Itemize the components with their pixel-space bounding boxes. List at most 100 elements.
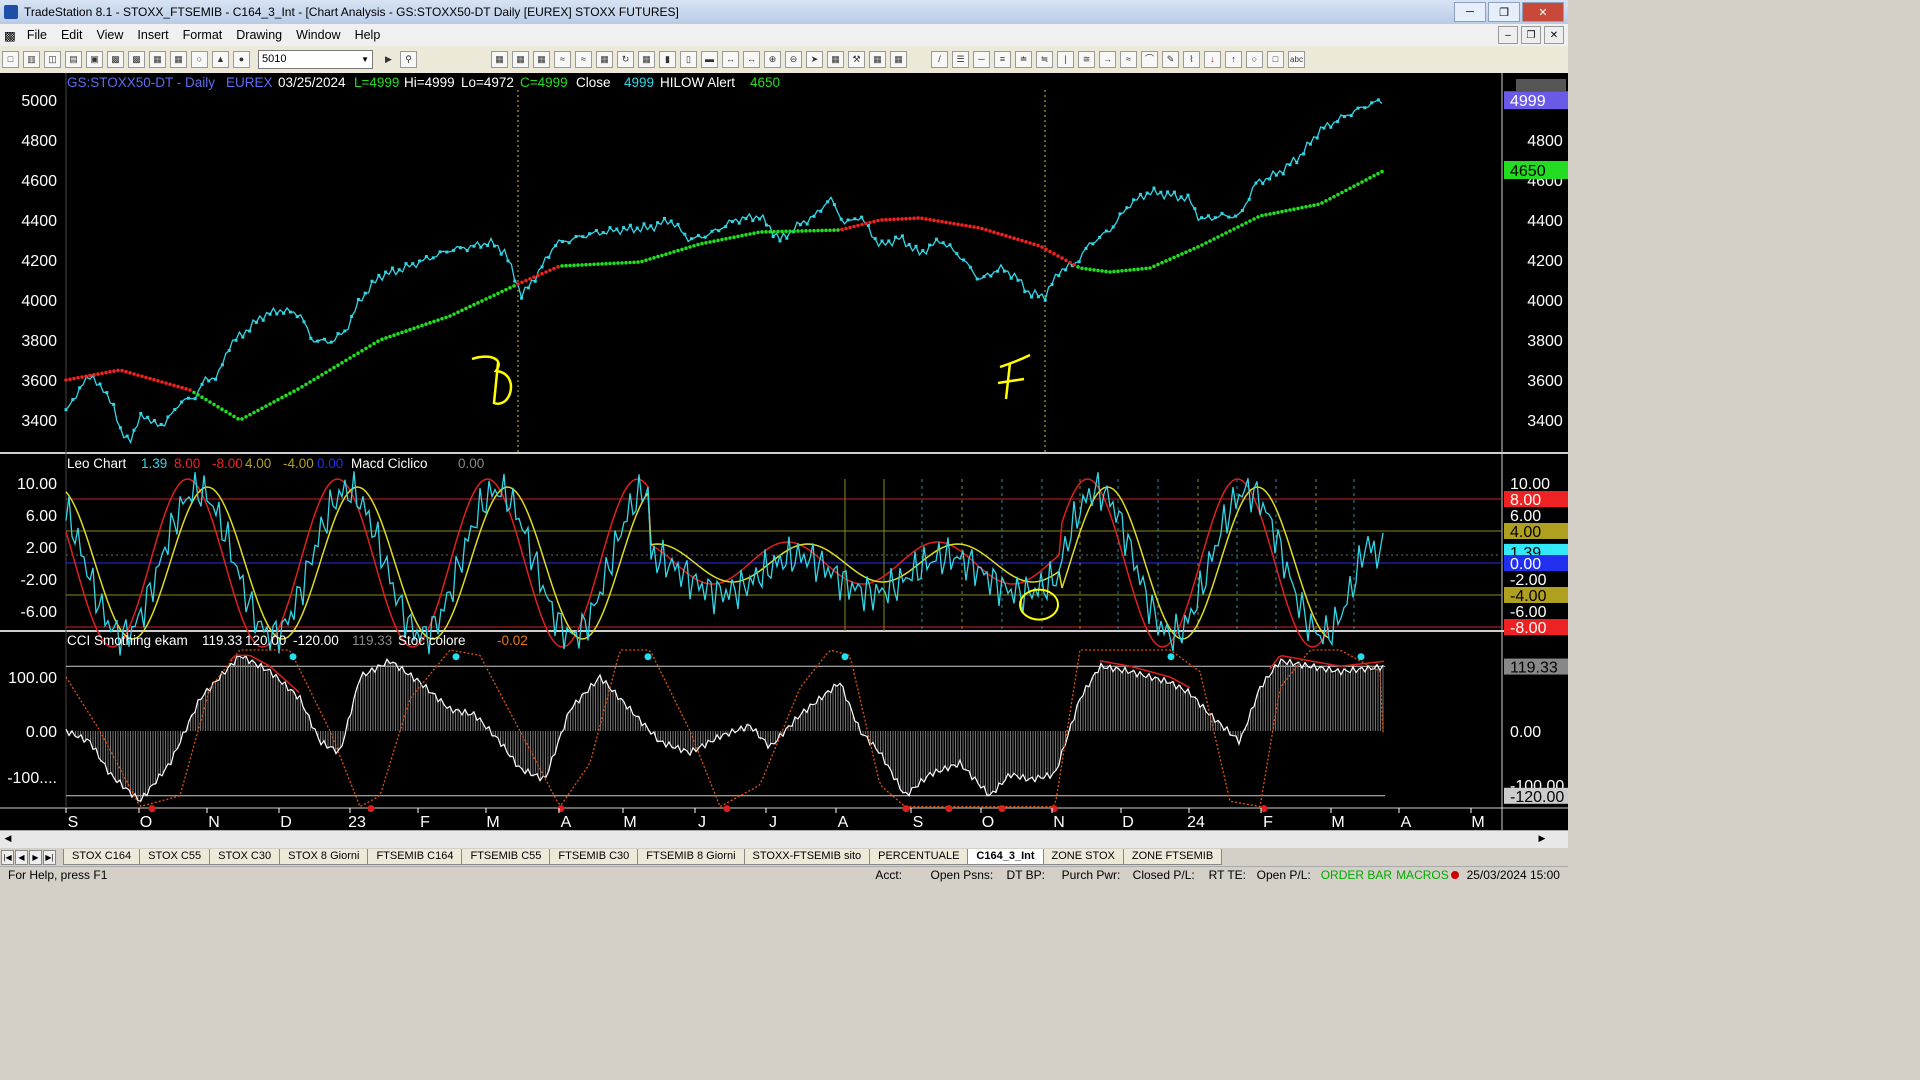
tab-5[interactable]: FTSEMIB C55	[461, 849, 551, 865]
chart-svg[interactable]: GS:STOXX50-DT - Daily EUREX 03/25/2024 L=49…	[0, 73, 1568, 831]
trendline-icon[interactable]: /	[931, 51, 948, 68]
close-button[interactable]: ✕	[1522, 2, 1564, 22]
line-chart-icon[interactable]: ▬	[701, 51, 718, 68]
horizontal-scrollbar[interactable]: ◀ ▶	[0, 830, 1568, 849]
lock-icon[interactable]: ○	[191, 51, 208, 68]
arrow-up-icon[interactable]: ↑	[1225, 51, 1242, 68]
tab-4[interactable]: FTSEMIB C164	[367, 849, 463, 865]
scroll-right-icon[interactable]: ▶	[1536, 833, 1548, 846]
curve-icon[interactable]: ⌇	[1183, 51, 1200, 68]
format-icon[interactable]: ▦	[596, 51, 613, 68]
menu-view[interactable]: View	[90, 28, 131, 42]
mdi-restore-button[interactable]: ❐	[1521, 26, 1541, 44]
tab-0[interactable]: STOX C164	[63, 849, 141, 865]
tracking-icon[interactable]: ▦	[827, 51, 844, 68]
pen-icon[interactable]: ✎	[1162, 51, 1179, 68]
status-order-bar[interactable]: ORDER BAR	[1319, 868, 1394, 882]
rectangle-icon[interactable]: □	[1267, 51, 1284, 68]
window-icon[interactable]: ▦	[149, 51, 166, 68]
channel-icon[interactable]: ≈	[1120, 51, 1137, 68]
tab-7[interactable]: FTSEMIB 8 Giorni	[637, 849, 745, 865]
mdi-close-button[interactable]: ✕	[1544, 26, 1564, 44]
chart-style-icon[interactable]: ▦	[491, 51, 508, 68]
tab-3[interactable]: STOX 8 Giorni	[279, 849, 369, 865]
ellipse-icon[interactable]: ○	[1246, 51, 1263, 68]
data-window-icon[interactable]: ▦	[638, 51, 655, 68]
extension-icon[interactable]: →	[1099, 51, 1116, 68]
grid-icon[interactable]: ▦	[170, 51, 187, 68]
insert-study-icon[interactable]: ≈	[554, 51, 571, 68]
refresh-icon[interactable]: ↻	[617, 51, 634, 68]
paste-icon[interactable]: ▤	[65, 51, 82, 68]
ma-point	[660, 253, 664, 258]
tab-12[interactable]: ZONE FTSEMIB	[1122, 849, 1223, 865]
tab-6[interactable]: FTSEMIB C30	[549, 849, 639, 865]
andrews-pitchfork-icon[interactable]: ☰	[952, 51, 969, 68]
link-icon[interactable]: ▲	[212, 51, 229, 68]
find-icon[interactable]: ⚲	[400, 51, 417, 68]
mdi-minimize-button[interactable]: –	[1498, 26, 1518, 44]
ma-point	[1208, 239, 1212, 243]
price-bar	[567, 241, 571, 245]
minimize-button[interactable]: ─	[1454, 2, 1486, 22]
tab-1[interactable]: STOX C55	[139, 849, 211, 865]
tab-last-icon[interactable]: ▶|	[43, 849, 56, 865]
arrow-down-icon[interactable]: ↓	[1204, 51, 1221, 68]
compress-icon[interactable]: ↔	[743, 51, 760, 68]
open-icon[interactable]: ▥	[23, 51, 40, 68]
regression-icon[interactable]: ≅	[1078, 51, 1095, 68]
zoom-in-icon[interactable]: ⊕	[764, 51, 781, 68]
menu-format[interactable]: Format	[176, 28, 230, 42]
chart-style-icon-3[interactable]: ▦	[533, 51, 550, 68]
tab-2[interactable]: STOX C30	[209, 849, 281, 865]
scale-handle[interactable]	[1516, 79, 1566, 91]
copy-icon[interactable]: ◫	[44, 51, 61, 68]
menu-help[interactable]: Help	[348, 28, 388, 42]
ma-point	[636, 260, 640, 264]
zoom-out-icon[interactable]: ⊖	[785, 51, 802, 68]
menu-window[interactable]: Window	[289, 28, 347, 42]
dropdown-arrow-icon[interactable]: ▼	[361, 51, 369, 68]
expand-icon[interactable]: ↔	[722, 51, 739, 68]
go-arrow-icon[interactable]: ▶	[381, 52, 396, 67]
tools-icon[interactable]: ⚒	[848, 51, 865, 68]
template-icon[interactable]: ▦	[869, 51, 886, 68]
symbol-input[interactable]: 5010 ▼	[258, 50, 373, 69]
horizontal-line-icon[interactable]: ─	[973, 51, 990, 68]
maximize-button[interactable]: ❐	[1488, 2, 1520, 22]
pointer-icon[interactable]: ➤	[806, 51, 823, 68]
menu-drawing[interactable]: Drawing	[229, 28, 289, 42]
tab-11[interactable]: ZONE STOX	[1042, 849, 1124, 865]
tab-first-icon[interactable]: |◀	[1, 849, 14, 865]
tab-9[interactable]: PERCENTUALE	[869, 849, 969, 865]
tab-next-icon[interactable]: ▶	[29, 849, 42, 865]
menu-file[interactable]: File	[20, 28, 54, 42]
chart-area[interactable]: GS:STOXX50-DT - Daily EUREX 03/25/2024 L=49…	[0, 73, 1568, 831]
ma-point	[136, 373, 140, 377]
snapshot-icon[interactable]: ▦	[890, 51, 907, 68]
print-icon[interactable]: ▩	[107, 51, 124, 68]
chart-style-icon-2[interactable]: ▦	[512, 51, 529, 68]
fibonacci-icon[interactable]: ≡	[994, 51, 1011, 68]
text-icon[interactable]: abc	[1288, 51, 1305, 68]
tab-8[interactable]: STOXX-FTSEMIB sito	[743, 849, 871, 865]
new-icon[interactable]: □	[2, 51, 19, 68]
arc-icon[interactable]: ⌒	[1141, 51, 1158, 68]
globe-icon[interactable]: ●	[233, 51, 250, 68]
vertical-lines-icon[interactable]: |	[1057, 51, 1074, 68]
bar-chart-icon[interactable]: ▮	[659, 51, 676, 68]
candle-chart-icon[interactable]: ▯	[680, 51, 697, 68]
tab-10[interactable]: C164_3_Int	[967, 849, 1044, 865]
menu-insert[interactable]: Insert	[130, 28, 175, 42]
cci-high-marker	[1357, 653, 1365, 661]
window-menu-icon[interactable]: ▩	[0, 28, 20, 43]
insert-strategy-icon[interactable]: ≈	[575, 51, 592, 68]
gann-fan-icon[interactable]: ≒	[1036, 51, 1053, 68]
speed-lines-icon[interactable]: ≐	[1015, 51, 1032, 68]
print-preview-icon[interactable]: ▩	[128, 51, 145, 68]
tab-prev-icon[interactable]: ◀	[15, 849, 28, 865]
status-macros[interactable]: MACROS	[1394, 868, 1451, 882]
folder-icon[interactable]: ▣	[86, 51, 103, 68]
scroll-left-icon[interactable]: ◀	[2, 833, 14, 846]
menu-edit[interactable]: Edit	[54, 28, 90, 42]
